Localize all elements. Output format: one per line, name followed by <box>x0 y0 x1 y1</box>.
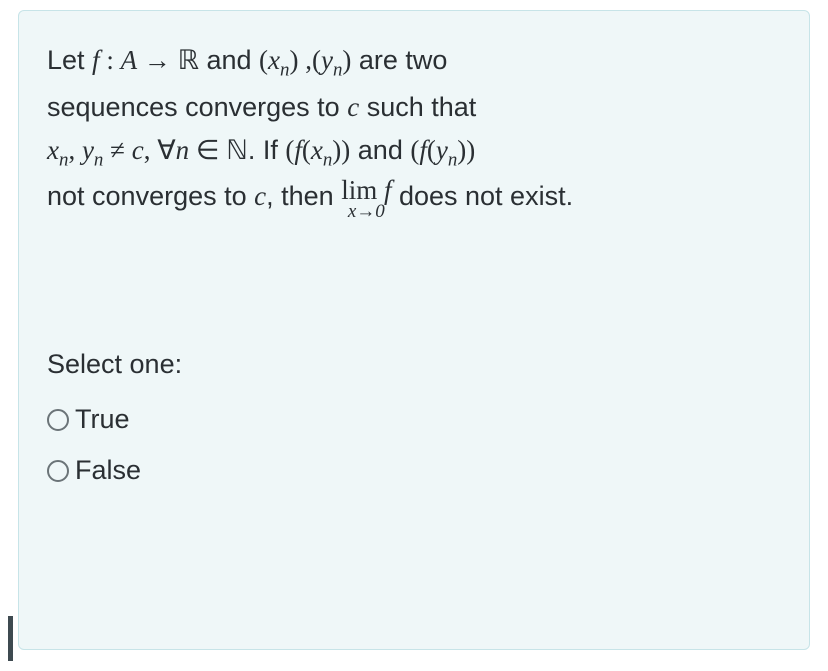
sym-N: ℕ <box>226 135 248 165</box>
answer-block: Select one: True False <box>47 349 781 486</box>
sym-rp3: )) <box>332 135 350 165</box>
text-aretwo: are two <box>351 45 447 75</box>
text-dne: does not exist. <box>391 181 573 211</box>
sym-yy: y <box>436 135 448 165</box>
text-let: Let <box>47 45 92 75</box>
sym-n4: n <box>94 149 103 170</box>
text-such: such that <box>359 92 476 122</box>
sym-in: ∈ <box>189 135 226 165</box>
sym-xn: x <box>47 135 59 165</box>
text-if: . If <box>248 135 286 165</box>
text-notconv: not converges to <box>47 181 254 211</box>
sym-lim: lim fx→0 <box>341 177 391 221</box>
sym-ff: f <box>294 135 302 165</box>
sym-lp3: ( <box>285 135 294 165</box>
question-text: Let f : A → ℝ and (xn) ,(yn) are two seq… <box>47 39 781 219</box>
sym-fff: f <box>419 135 427 165</box>
sym-forall: ∀ <box>157 135 175 165</box>
sym-lp6: ( <box>427 135 436 165</box>
sym-f: f <box>92 45 100 75</box>
sym-yn: y <box>82 135 94 165</box>
option-false-label: False <box>75 455 141 486</box>
sym-n6: n <box>448 149 457 170</box>
sym-lp1: ( <box>259 45 268 75</box>
sym-A: A <box>121 45 138 75</box>
sym-comma1: , <box>298 45 312 75</box>
option-true[interactable]: True <box>47 404 781 435</box>
text-and2: and <box>350 135 410 165</box>
sym-x: x <box>268 45 280 75</box>
sym-limbot: x→0 <box>341 202 391 221</box>
question-card: Let f : A → ℝ and (xn) ,(yn) are two seq… <box>18 10 810 650</box>
sym-c: c <box>347 92 359 122</box>
text-seq: sequences converges to <box>47 92 347 122</box>
sym-xx: x <box>311 135 323 165</box>
sym-lp2: ( <box>312 45 321 75</box>
sym-nn: n <box>176 135 190 165</box>
radio-icon[interactable] <box>47 409 69 431</box>
sym-colon: : <box>100 45 121 75</box>
sym-cm2: , <box>68 135 82 165</box>
option-true-label: True <box>75 404 130 435</box>
sym-lp4: ( <box>302 135 311 165</box>
sym-R: ℝ <box>178 45 199 75</box>
sym-arrow: → <box>137 45 178 75</box>
radio-icon[interactable] <box>47 460 69 482</box>
text-then: , then <box>266 181 341 211</box>
text-and: and <box>199 45 259 75</box>
sym-lp5: ( <box>410 135 419 165</box>
sym-neq: ≠ <box>103 135 131 165</box>
sym-n5: n <box>323 149 332 170</box>
sym-rp4: )) <box>457 135 475 165</box>
select-one-label: Select one: <box>47 349 781 380</box>
left-marker <box>8 616 13 661</box>
sym-n2: n <box>333 59 342 80</box>
sym-cc: c <box>132 135 144 165</box>
sym-y: y <box>321 45 333 75</box>
sym-ccc: c <box>254 181 266 211</box>
option-false[interactable]: False <box>47 455 781 486</box>
sym-cm3: , <box>144 135 158 165</box>
